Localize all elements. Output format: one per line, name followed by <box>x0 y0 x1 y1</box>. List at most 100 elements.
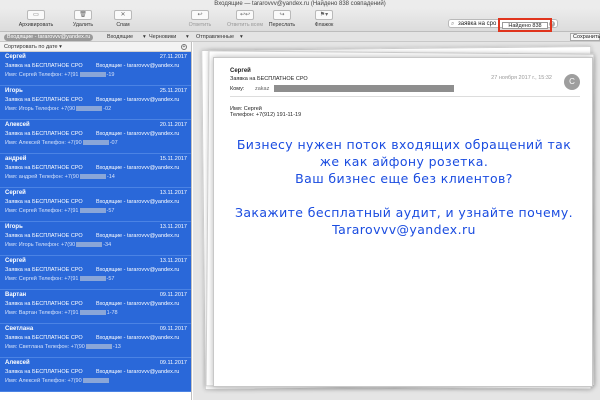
reply-button[interactable]: ↩ Ответить <box>180 10 220 30</box>
item-preview: Имя: Алексей Телефон: +7(90 <box>5 378 110 384</box>
body-phone: Телефон: +7(912) 191-11-19 <box>230 112 302 118</box>
item-date: 13.11.2017 <box>159 258 187 264</box>
item-subject: Заявка на БЕСПЛАТНОЕ СРО <box>5 199 83 205</box>
search-icon: ⌕ <box>451 21 455 27</box>
delete-button[interactable]: 🗑 Удалить <box>62 10 104 30</box>
item-preview-end: -07 <box>109 140 118 146</box>
item-preview-start: Имя: Светлана Телефон: +7(90 <box>5 344 85 350</box>
item-mailbox: Входящие - tararovvv@yandex.ru <box>96 165 180 171</box>
redacted-phone <box>82 140 109 146</box>
message-subject: Заявка на БЕСПЛАТНОЕ СРО <box>230 76 308 82</box>
item-sender: андрей <box>5 156 27 162</box>
item-subject: Заявка на БЕСПЛАТНОЕ СРО <box>5 335 83 341</box>
save-search-button[interactable]: Сохранить <box>570 33 600 41</box>
message-from: Сергей <box>230 68 251 74</box>
message-list-item[interactable]: Сергей 27.11.2017 Заявка на БЕСПЛАТНОЕ СРО… <box>0 52 191 86</box>
trash-icon: 🗑 <box>74 10 92 20</box>
forward-icon: ↪ <box>273 10 291 20</box>
item-preview-end: -02 <box>103 106 112 112</box>
item-subject: Заявка на БЕСПЛАТНОЕ СРО <box>5 301 83 307</box>
item-date: 09.11.2017 <box>159 292 187 298</box>
item-mailbox: Входящие - tararovvv@yandex.ru <box>96 301 180 307</box>
archive-button[interactable]: ▭ Архивировать <box>14 10 58 30</box>
message-list-item[interactable]: андрей 15.11.2017 Заявка на БЕСПЛАТНОЕ СРО… <box>0 154 191 188</box>
favorite-mailbox[interactable]: Входящие - tararovvv@yandex.ru <box>4 34 94 41</box>
reply-icon: ↩ <box>191 10 209 20</box>
item-subject: Заявка на БЕСПЛАТНОЕ СРО <box>5 267 83 273</box>
message-to-value[interactable]: zakaz <box>255 86 269 92</box>
sender-avatar: С <box>564 74 580 90</box>
forward-button[interactable]: ↪ Переслать <box>262 10 302 30</box>
redacted-phone <box>79 174 106 180</box>
window-title: Входящие — tararovvv@yandex.ru (Найдено … <box>0 0 600 8</box>
spam-button[interactable]: ✕ Спам <box>108 10 138 30</box>
item-subject: Заявка на БЕСПЛАТНОЕ СРО <box>5 97 83 103</box>
found-count-highlight: Найдено 838 <box>498 18 552 32</box>
favorite-sent[interactable]: Отправленные <box>196 34 234 41</box>
item-subject: Заявка на БЕСПЛАТНОЕ СРО <box>5 165 83 171</box>
favorite-inbox-arrow[interactable]: ▾ <box>143 34 146 41</box>
promo-line-4: Закажите бесплатный аудит, и узнайте поч… <box>234 205 574 220</box>
item-mailbox: Входящие - tararovvv@yandex.ru <box>96 267 180 273</box>
favorite-drafts[interactable]: Черновики <box>149 34 176 41</box>
item-preview: Имя: Сергей Телефон: +7(91 -57 <box>5 276 114 282</box>
item-preview-end: -57 <box>106 208 115 214</box>
promo-text: Бизнесу нужен поток входящих обращений т… <box>214 136 594 238</box>
message-list-item[interactable]: Алексей 20.11.2017 Заявка на БЕСПЛАТНОЕ СР… <box>0 120 191 154</box>
message-list-item[interactable]: Вартан 09.11.2017 Заявка на БЕСПЛАТНОЕ СРО… <box>0 290 191 324</box>
item-date: 25.11.2017 <box>159 88 187 94</box>
message-list-item[interactable]: Игорь 25.11.2017 Заявка на БЕСПЛАТНОЕ СРО В… <box>0 86 191 120</box>
favorite-sent-arrow[interactable]: ▾ <box>240 34 243 41</box>
favorite-inbox[interactable]: Входящие <box>107 34 133 41</box>
redacted-phone <box>79 310 106 316</box>
found-count[interactable]: Найдено 838 <box>502 22 548 29</box>
item-preview-end: -14 <box>106 174 115 180</box>
item-date: 09.11.2017 <box>159 360 187 366</box>
item-date: 27.11.2017 <box>159 54 187 60</box>
item-mailbox: Входящие - tararovvv@yandex.ru <box>96 369 180 375</box>
message-list-item[interactable]: Светлана 09.11.2017 Заявка на БЕСПЛАТНОЕ С… <box>0 324 191 358</box>
archive-icon: ▭ <box>27 10 45 20</box>
item-preview-start: Имя: Алексей Телефон: +7(90 <box>5 378 82 384</box>
item-mailbox: Входящие - tararovvv@yandex.ru <box>96 97 180 103</box>
flag-button[interactable]: ⚑▾ Флажок <box>304 10 344 30</box>
item-preview: Имя: Вартан Телефон: +7(91 1-78 <box>5 310 118 316</box>
message-list-item[interactable]: Сергей 13.11.2017 Заявка на БЕСПЛАТНОЕ СРО… <box>0 256 191 290</box>
sort-control[interactable]: Сортировать по дате ▾ + <box>0 42 191 52</box>
redacted-address <box>274 85 454 92</box>
item-preview: Имя: Игорь Телефон: +7(90 -34 <box>5 242 111 248</box>
item-preview: Имя: андрей Телефон: +7(90 -14 <box>5 174 115 180</box>
item-subject: Заявка на БЕСПЛАТНОЕ СРО <box>5 63 83 69</box>
promo-line-1: Бизнесу нужен поток входящих обращений т… <box>236 137 572 152</box>
item-subject: Заявка на БЕСПЛАТНОЕ СРО <box>5 131 83 137</box>
item-date: 20.11.2017 <box>159 122 187 128</box>
item-preview: Имя: Игорь Телефон: +7(90 -02 <box>5 106 111 112</box>
item-mailbox: Входящие - tararovvv@yandex.ru <box>96 131 180 137</box>
item-subject: Заявка на БЕСПЛАТНОЕ СРО <box>5 369 83 375</box>
redacted-phone <box>79 276 106 282</box>
header-divider <box>230 96 580 97</box>
item-preview-start: Имя: Вартан Телефон: +7(91 <box>5 310 79 316</box>
item-preview-end: -57 <box>106 276 115 282</box>
message-list-item[interactable]: Игорь 13.11.2017 Заявка на БЕСПЛАТНОЕ СРО В… <box>0 222 191 256</box>
item-subject: Заявка на БЕСПЛАТНОЕ СРО <box>5 233 83 239</box>
message-date: 27 ноября 2017 г., 15:32 <box>491 75 552 81</box>
promo-spacer <box>214 187 594 204</box>
promo-line-5: Tararovvv@yandex.ru <box>332 222 476 237</box>
message-list-item[interactable]: Сергей 13.11.2017 Заявка на БЕСПЛАТНОЕ СРО… <box>0 188 191 222</box>
add-filter-icon[interactable]: + <box>181 44 187 50</box>
favorite-drafts-arrow[interactable]: ▾ <box>186 34 189 41</box>
message-list-item[interactable]: Алексей 09.11.2017 Заявка на БЕСПЛАТНОЕ СР… <box>0 358 191 392</box>
message-sheet: Сергей Заявка на БЕСПЛАТНОЕ СРО Кому: za… <box>213 57 593 387</box>
item-sender: Игорь <box>5 224 23 230</box>
item-preview-end: 1-78 <box>106 310 118 316</box>
item-preview-start: Имя: Игорь Телефон: +7(90 <box>5 106 76 112</box>
item-sender: Светлана <box>5 326 34 332</box>
item-preview: Имя: Алексей Телефон: +7(90 -07 <box>5 140 118 146</box>
item-preview-end: -34 <box>103 242 112 248</box>
item-preview-start: Имя: андрей Телефон: +7(90 <box>5 174 79 180</box>
item-sender: Алексей <box>5 360 30 366</box>
item-preview-start: Имя: Сергей Телефон: +7(91 <box>5 72 79 78</box>
item-preview: Имя: Сергей Телефон: +7(91 -57 <box>5 208 114 214</box>
item-preview-end: -19 <box>106 72 115 78</box>
